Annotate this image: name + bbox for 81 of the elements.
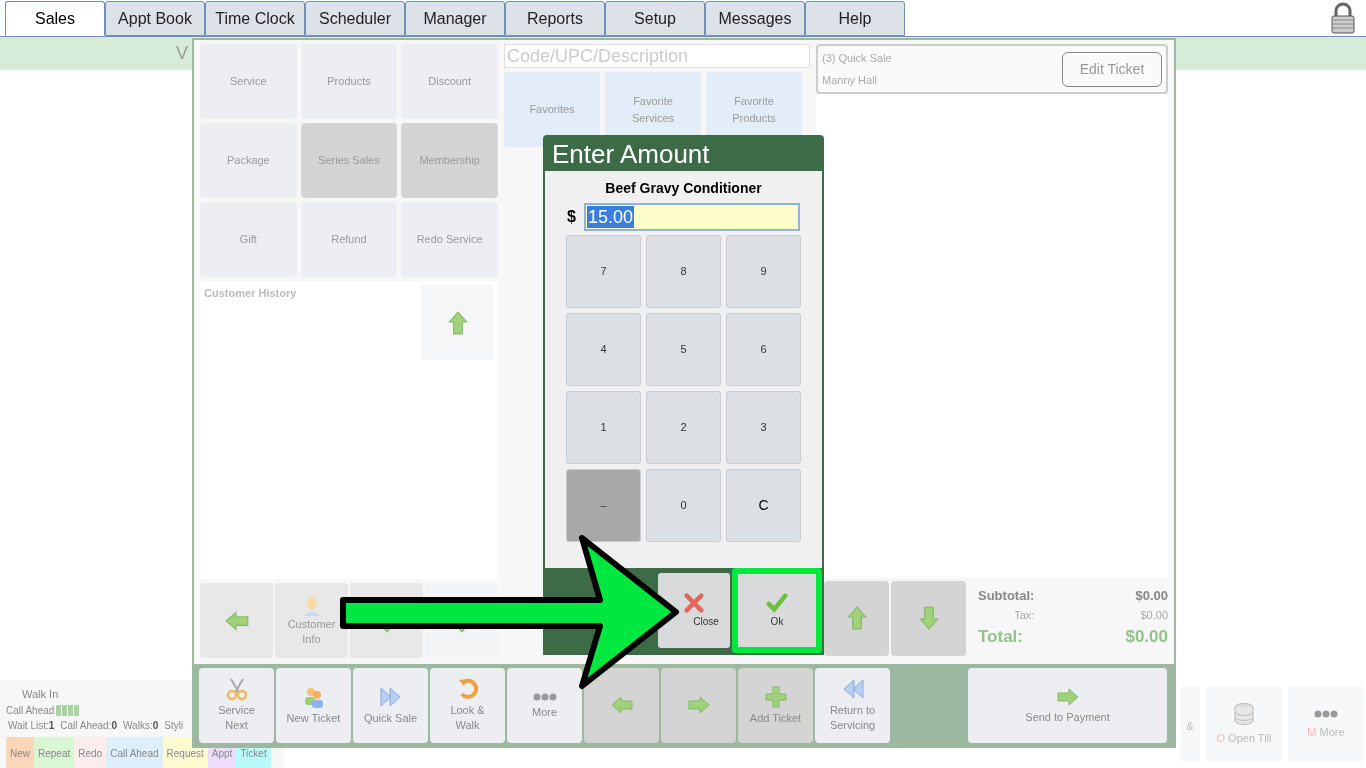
nav-tab[interactable]: Time Clock xyxy=(205,1,305,36)
stat-text: Call Ahead:0 xyxy=(60,718,118,733)
plus-icon xyxy=(763,684,788,709)
send-to-payment-button[interactable]: Send to Payment xyxy=(968,667,1167,743)
keypad-key[interactable]: 5 xyxy=(646,313,721,386)
toolbar-button[interactable]: More xyxy=(507,667,582,743)
category-button[interactable]: Membership xyxy=(401,123,498,198)
legend-tag: Repeat xyxy=(34,736,75,768)
check-icon xyxy=(765,592,789,614)
nav-tab[interactable]: Sales xyxy=(5,1,105,36)
edit-ticket-button[interactable]: Edit Ticket xyxy=(1062,51,1162,87)
amount-field[interactable]: 15.00 xyxy=(583,203,800,231)
lock-icon[interactable] xyxy=(1330,2,1356,34)
toolbar-button[interactable] xyxy=(584,667,659,743)
keypad-key[interactable]: 3 xyxy=(726,391,801,464)
scroll-down-button[interactable] xyxy=(891,580,966,656)
call-ahead-label: Call Ahead xyxy=(6,703,55,718)
footer-button[interactable]: & xyxy=(1180,686,1200,762)
stat-text: Styli xyxy=(164,718,184,733)
legend-tag: Call Ahead xyxy=(106,736,163,768)
stat-text: Walks:0 xyxy=(123,718,159,733)
customer-name: Manny Hall xyxy=(822,73,879,88)
nav-button[interactable]: Customer Info xyxy=(275,583,348,658)
section-title: Customer History xyxy=(204,286,297,301)
tax-value: $0.00 xyxy=(1139,607,1168,623)
toolbar-button[interactable]: New Ticket xyxy=(276,667,351,743)
toolbar-button[interactable]: Service Next xyxy=(199,667,274,743)
ticket-title: (3) Quick Sale xyxy=(822,50,892,66)
keypad-key[interactable]: 8 xyxy=(646,235,721,308)
category-button[interactable]: Refund xyxy=(300,202,398,277)
scroll-up-button[interactable] xyxy=(421,285,494,360)
subtotal-value: $0.00 xyxy=(1134,587,1168,606)
category-button[interactable]: Gift xyxy=(200,202,297,277)
keypad-key[interactable]: 1 xyxy=(566,391,641,464)
keypad-key[interactable]: 9 xyxy=(726,235,801,308)
category-button[interactable]: Package xyxy=(200,123,297,198)
category-button[interactable]: Series Sales xyxy=(300,123,398,198)
walk-in-label: Walk In xyxy=(22,687,59,702)
ok-button[interactable]: Ok xyxy=(732,568,822,653)
scroll-up-button[interactable] xyxy=(824,580,889,656)
toolbar-button[interactable]: Quick Sale xyxy=(353,667,428,743)
keypad-key[interactable]: 0 xyxy=(646,469,721,542)
close-button[interactable]: Close xyxy=(658,573,730,648)
nav-tab[interactable]: Reports xyxy=(505,1,605,36)
scissors-icon xyxy=(224,677,249,701)
nav-tab[interactable]: Help xyxy=(805,1,905,36)
keypad-key[interactable]: 7 xyxy=(566,235,641,308)
bars-icon xyxy=(56,704,81,716)
total-value: $0.00 xyxy=(1124,626,1168,649)
nav-tab[interactable]: Setup xyxy=(605,1,705,36)
right-arrow-icon xyxy=(686,693,711,717)
toolbar-button[interactable]: Add Ticket xyxy=(738,667,813,743)
toolbar-button[interactable]: Look & Walk xyxy=(430,667,505,743)
left-arrow-icon xyxy=(609,693,634,717)
footer-button[interactable]: O Open Till xyxy=(1206,686,1282,762)
nav-tab[interactable]: Scheduler xyxy=(305,1,405,36)
footer-button[interactable]: M More xyxy=(1288,686,1364,762)
category-button[interactable]: Redo Service xyxy=(401,202,498,277)
stat-text: Wait List:1 xyxy=(8,718,55,733)
category-button[interactable]: Service xyxy=(200,44,297,119)
category-button[interactable]: Products xyxy=(300,44,398,119)
keypad-key[interactable]: 2 xyxy=(646,391,721,464)
legend-tag: New xyxy=(6,736,34,768)
total-label: Total: xyxy=(978,626,1024,649)
database-icon xyxy=(1232,701,1256,726)
keypad-key[interactable]: C xyxy=(726,469,801,542)
item-name: Beef Gravy Conditioner xyxy=(605,179,762,198)
subtotal-label: Subtotal: xyxy=(978,587,1035,606)
legend-tag: Redo xyxy=(74,736,107,768)
toolbar-button[interactable]: Return to Servicing xyxy=(815,667,890,743)
banner-text: V xyxy=(176,42,188,65)
nav-tab[interactable]: Messages xyxy=(705,1,805,36)
category-button[interactable]: Discount xyxy=(401,44,498,119)
tax-label: Tax: xyxy=(1013,607,1035,623)
keypad-key[interactable]: – xyxy=(566,469,641,542)
nav-tab[interactable]: Manager xyxy=(405,1,505,36)
currency-symbol: $ xyxy=(567,207,576,227)
keypad-key[interactable]: 6 xyxy=(726,313,801,386)
keypad-key[interactable]: 4 xyxy=(566,313,641,386)
nav-tab[interactable]: Appt Book xyxy=(105,1,205,36)
close-icon xyxy=(683,592,705,614)
